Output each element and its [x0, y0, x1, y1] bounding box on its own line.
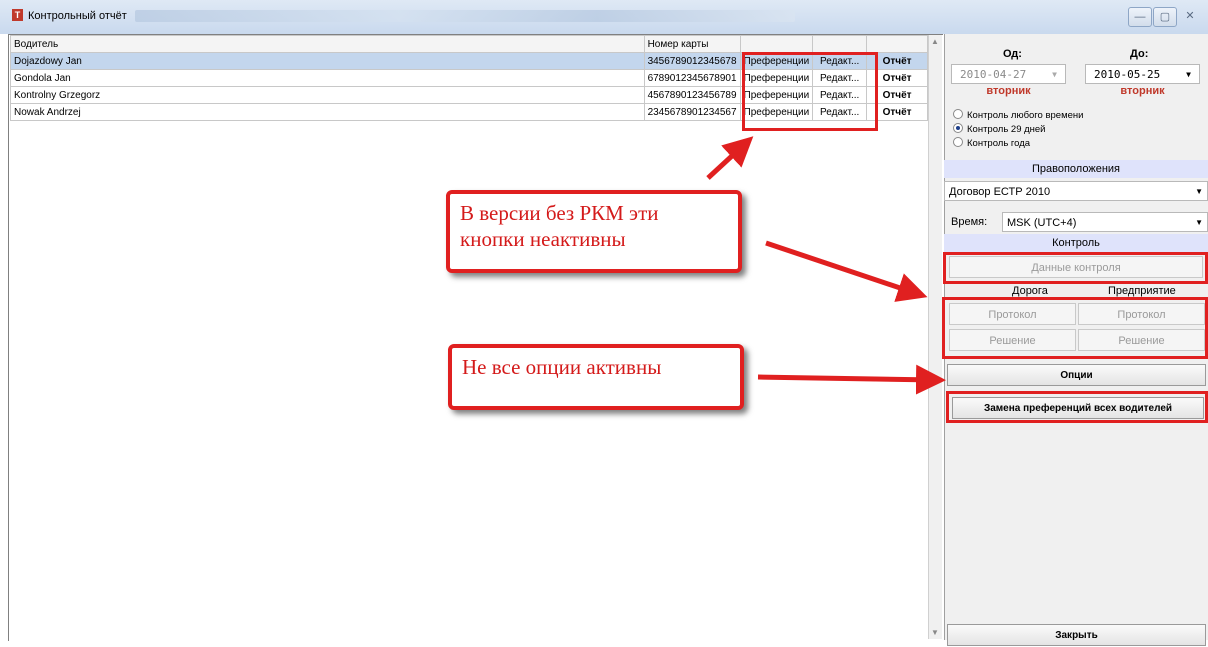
driver-name[interactable]: Gondola Jan	[10, 69, 645, 87]
close-window-button[interactable]: ✕	[1178, 7, 1202, 25]
company-label: Предприятие	[1108, 285, 1176, 297]
close-button[interactable]: Закрыть	[947, 624, 1206, 646]
time-label: Время:	[951, 216, 988, 228]
radio-icon[interactable]	[953, 109, 963, 119]
table-header-row: Водитель Номер карты	[10, 35, 928, 53]
callout-inactive-buttons: В версии без РКМ эти кнопки неактивны	[446, 190, 742, 273]
table-row[interactable]: Dojazdowy Jan 3456789012345678 Преференц…	[10, 52, 928, 70]
road-protocol-button[interactable]: Протокол	[949, 303, 1076, 325]
drivers-table: Водитель Номер карты Dojazdowy Jan 34567…	[10, 35, 928, 121]
radio-29-days[interactable]: Контроль 29 дней	[953, 123, 1046, 135]
report-button[interactable]: Отчёт	[866, 86, 928, 104]
options-button[interactable]: Опции	[947, 364, 1206, 386]
chevron-down-icon[interactable]: ▼	[1186, 65, 1191, 85]
drivers-table-frame	[8, 34, 943, 641]
road-decision-button[interactable]: Решение	[949, 329, 1076, 351]
from-label: Од:	[1003, 48, 1022, 60]
report-button[interactable]: Отчёт	[866, 52, 928, 70]
chevron-down-icon[interactable]: ▼	[1195, 213, 1203, 233]
company-protocol-button[interactable]: Протокол	[1078, 303, 1205, 325]
callout-options-inactive: Не все опции активны	[448, 344, 744, 410]
control-data-button[interactable]: Данные контроля	[949, 256, 1203, 278]
driver-name[interactable]: Kontrolny Grzegorz	[10, 86, 645, 104]
edit-button[interactable]: Редакт...	[812, 69, 868, 87]
company-decision-button[interactable]: Решение	[1078, 329, 1205, 351]
timezone-value: MSK (UTC+4)	[1007, 217, 1077, 229]
card-number: 4567890123456789	[643, 86, 741, 104]
radio-label: Контроль 29 дней	[967, 124, 1046, 135]
chevron-down-icon: ▼	[1052, 70, 1057, 79]
window-title: Контрольный отчёт	[28, 10, 127, 22]
radio-label: Контроль года	[967, 138, 1031, 149]
app-icon: T	[12, 9, 23, 21]
radio-icon[interactable]	[953, 137, 963, 147]
card-number: 6789012345678901	[643, 69, 741, 87]
control-section-header: Контроль	[944, 234, 1208, 252]
card-number: 2345678901234567	[643, 103, 741, 121]
from-weekday: вторник	[986, 85, 1031, 97]
radio-year[interactable]: Контроль года	[953, 137, 1030, 149]
table-row[interactable]: Nowak Andrzej 2345678901234567 Преференц…	[10, 103, 928, 121]
driver-name[interactable]: Nowak Andrzej	[10, 103, 645, 121]
law-select-value: Договор ЕСТР 2010	[949, 186, 1051, 198]
preferences-button[interactable]: Преференции	[739, 69, 814, 87]
report-button[interactable]: Отчёт	[866, 69, 928, 87]
radio-checked-icon[interactable]	[953, 123, 963, 133]
maximize-button[interactable]: ▢	[1153, 7, 1177, 27]
to-date-picker[interactable]: 2010-05-25 ▼	[1085, 64, 1200, 84]
column-header-card[interactable]: Номер карты	[643, 35, 741, 53]
law-section-header: Правоположения	[944, 160, 1208, 178]
preferences-button[interactable]: Преференции	[739, 52, 814, 70]
driver-name[interactable]: Dojazdowy Jan	[10, 52, 645, 70]
scroll-up-icon[interactable]: ▲	[931, 37, 939, 46]
edit-button[interactable]: Редакт...	[812, 103, 868, 121]
radio-any-time[interactable]: Контроль любого времени	[953, 109, 1083, 121]
card-number: 3456789012345678	[643, 52, 741, 70]
law-select[interactable]: Договор ЕСТР 2010 ▼	[944, 181, 1208, 201]
minimize-button[interactable]: —	[1128, 7, 1152, 27]
chevron-down-icon[interactable]: ▼	[1195, 182, 1203, 202]
road-label: Дорога	[1012, 285, 1048, 297]
blurred-path	[135, 10, 795, 22]
preferences-button[interactable]: Преференции	[739, 86, 814, 104]
column-header-driver[interactable]: Водитель	[10, 35, 645, 53]
replace-preferences-button[interactable]: Замена преференций всех водителей	[952, 397, 1204, 419]
from-date-picker: 2010-04-27 ▼	[951, 64, 1066, 84]
radio-label: Контроль любого времени	[967, 110, 1084, 121]
scroll-down-icon[interactable]: ▼	[931, 628, 939, 637]
timezone-select[interactable]: MSK (UTC+4) ▼	[1002, 212, 1208, 232]
table-row[interactable]: Kontrolny Grzegorz 4567890123456789 Преф…	[10, 86, 928, 104]
to-weekday: вторник	[1120, 85, 1165, 97]
edit-button[interactable]: Редакт...	[812, 86, 868, 104]
from-date-value: 2010-04-27	[960, 68, 1027, 81]
table-scrollbar[interactable]: ▲ ▼	[928, 35, 942, 639]
preferences-button[interactable]: Преференции	[739, 103, 814, 121]
to-label: До:	[1130, 48, 1149, 60]
report-button[interactable]: Отчёт	[866, 103, 928, 121]
edit-button[interactable]: Редакт...	[812, 52, 868, 70]
title-bar: T Контрольный отчёт — ▢ ✕	[0, 0, 1208, 34]
table-row[interactable]: Gondola Jan 6789012345678901 Преференции…	[10, 69, 928, 87]
to-date-value: 2010-05-25	[1094, 68, 1161, 81]
